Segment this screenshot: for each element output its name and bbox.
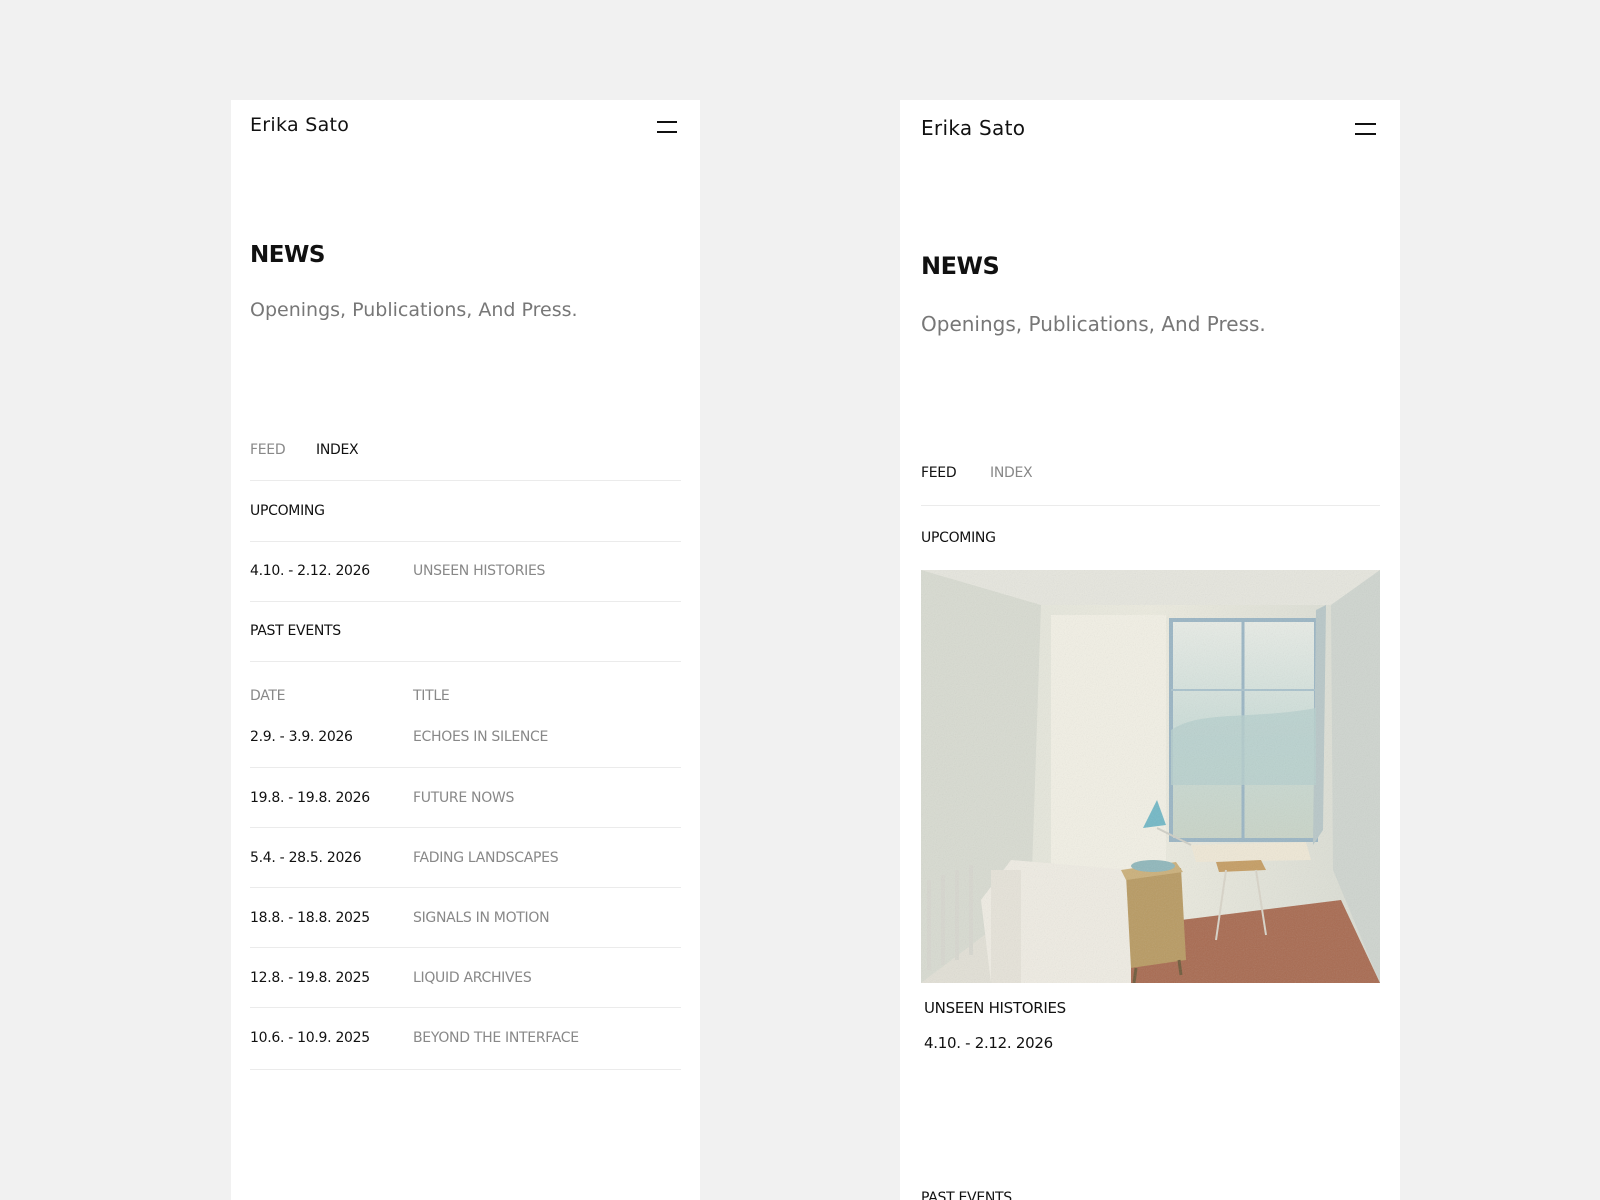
watercolor-room-painting-icon[interactable] (921, 570, 1380, 983)
column-header-date: DATE (250, 688, 286, 704)
event-title[interactable]: SIGNALS IN MOTION (413, 910, 550, 926)
feature-title[interactable]: UNSEEN HISTORIES (924, 999, 1066, 1017)
page-title: NEWS (921, 252, 1000, 280)
feature-date: 4.10. - 2.12. 2026 (924, 1034, 1053, 1052)
divider (250, 827, 681, 828)
divider (250, 480, 681, 481)
event-date: 5.4. - 28.5. 2026 (250, 850, 362, 866)
event-date: 4.10. - 2.12. 2026 (250, 563, 370, 579)
divider (250, 661, 681, 662)
event-date: 19.8. - 19.8. 2026 (250, 790, 370, 806)
divider (250, 1007, 681, 1008)
tab-index[interactable]: INDEX (990, 465, 1033, 481)
column-header-title: TITLE (413, 688, 450, 704)
event-title[interactable]: LIQUID ARCHIVES (413, 970, 532, 986)
divider (250, 947, 681, 948)
event-title[interactable]: FUTURE NOWS (413, 790, 514, 806)
divider (250, 767, 681, 768)
divider (921, 505, 1380, 506)
menu-icon[interactable] (1355, 123, 1376, 135)
tab-feed[interactable]: FEED (250, 442, 286, 458)
brand-logo[interactable]: Erika Sato (921, 116, 1025, 140)
upcoming-heading: UPCOMING (921, 530, 996, 546)
page-subtitle: Openings, Publications, And Press. (921, 312, 1266, 336)
event-title[interactable]: BEYOND THE INTERFACE (413, 1030, 579, 1046)
event-date: 10.6. - 10.9. 2025 (250, 1030, 370, 1046)
page-title: NEWS (250, 242, 325, 268)
event-date: 18.8. - 18.8. 2025 (250, 910, 370, 926)
brand-logo[interactable]: Erika Sato (250, 114, 349, 136)
tab-feed[interactable]: FEED (921, 465, 957, 481)
divider (250, 1069, 681, 1070)
divider (250, 601, 681, 602)
upcoming-heading: UPCOMING (250, 503, 325, 519)
divider (250, 541, 681, 542)
divider (250, 887, 681, 888)
feed-view-panel: Erika Sato NEWS Openings, Publications, … (900, 100, 1400, 1200)
event-title[interactable]: FADING LANDSCAPES (413, 850, 559, 866)
past-events-heading: PAST EVENTS (250, 623, 341, 639)
page-subtitle: Openings, Publications, And Press. (250, 299, 578, 321)
event-date: 12.8. - 19.8. 2025 (250, 970, 370, 986)
event-date: 2.9. - 3.9. 2026 (250, 729, 353, 745)
menu-icon[interactable] (657, 121, 677, 133)
event-title[interactable]: UNSEEN HISTORIES (413, 563, 545, 579)
event-title[interactable]: ECHOES IN SILENCE (413, 729, 548, 745)
past-events-heading: PAST EVENTS (921, 1190, 1012, 1200)
tab-index[interactable]: INDEX (316, 442, 359, 458)
index-view-panel: Erika Sato NEWS Openings, Publications, … (231, 100, 700, 1200)
